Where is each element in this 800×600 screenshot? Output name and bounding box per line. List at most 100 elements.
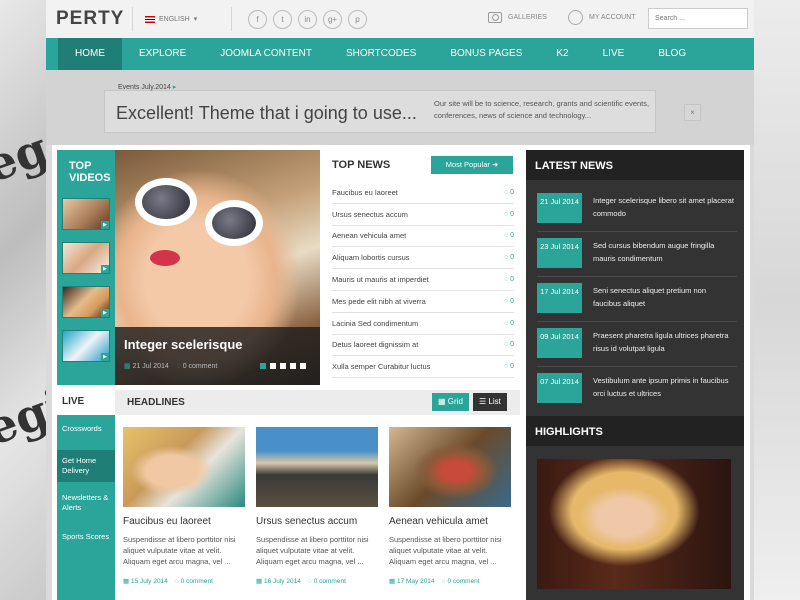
date-badge: 17 Jul 2014 [537, 283, 582, 313]
top-news-list: Faucibus eu laoreet ◌ 0 Ursus senectus ac… [332, 182, 514, 379]
nav-home[interactable]: HOME [58, 38, 122, 70]
live-item-sports-scores[interactable]: Sports Scores [57, 532, 115, 542]
list-item[interactable]: 17 Jul 2014 Seni senectus aliquet pretiu… [537, 278, 737, 322]
news-link[interactable]: Praesent pharetra ligula ultrices pharet… [593, 329, 735, 355]
article-card[interactable]: Ursus senectus accum Suspendisse at libe… [256, 427, 378, 585]
slider-dot[interactable] [270, 363, 276, 369]
play-icon: ▶ [101, 309, 109, 317]
galleries-link[interactable]: GALLERIES [488, 12, 547, 23]
comment-count: ◌ 0 [503, 188, 514, 196]
comment-icon: ◌ [176, 363, 181, 370]
twitter-icon[interactable]: t [273, 9, 292, 29]
slider-dot[interactable] [290, 363, 296, 369]
camera-icon [488, 12, 502, 23]
list-item[interactable]: Aenean vehicula amet ◌ 0 [332, 226, 514, 248]
list-item[interactable]: Aliquam lobortis cursus ◌ 0 [332, 247, 514, 270]
linkedin-icon[interactable]: in [298, 9, 317, 29]
comment-count: ◌ 0 [503, 341, 514, 349]
comment-count: ◌ 0 [503, 319, 514, 327]
logo[interactable]: PERTY [56, 8, 124, 30]
headlines-section: HEADLINES ▦ Grid ☰ List Faucibus eu laor… [115, 390, 520, 600]
news-link[interactable]: Seni senectus aliquet pretium non faucib… [593, 284, 735, 310]
search-input[interactable] [648, 8, 748, 29]
list-item[interactable]: Xulla semper Curabitur luctus ◌ 0 [332, 356, 514, 379]
slider-dot[interactable] [280, 363, 286, 369]
latest-news-panel: LATEST NEWS 21 Jul 2014 Integer sceleris… [526, 150, 744, 416]
list-view-button[interactable]: ☰ List [473, 393, 507, 411]
top-videos-panel: TOP VIDEOS ▶ ▶ ▶ ▶ [57, 150, 115, 385]
list-item[interactable]: 21 Jul 2014 Integer scelerisque libero s… [537, 188, 737, 232]
list-item[interactable]: Detus laoreet dignissim at ◌ 0 [332, 335, 514, 357]
nav-k2[interactable]: K2 [539, 38, 585, 70]
nav-bonus-pages[interactable]: BONUS PAGES [433, 38, 539, 70]
highlights-panel: HIGHLIGHTS [526, 416, 744, 600]
galleries-label: GALLERIES [508, 14, 547, 21]
banner-headline[interactable]: Excellent! Theme that i going to use... [116, 103, 417, 124]
article-title[interactable]: Faucibus eu laoreet [123, 516, 245, 527]
slider-dots [260, 363, 306, 369]
slider-dot[interactable] [300, 363, 306, 369]
hero-slider[interactable]: Integer scelerisque ▦ 21 Jul 2014 ◌ 0 co… [115, 150, 320, 385]
top-videos-title: TOP VIDEOS [69, 160, 111, 184]
content-area: TOP VIDEOS ▶ ▶ ▶ ▶ Integer scelerisque ▦… [52, 145, 750, 600]
video-thumbnail[interactable]: ▶ [62, 286, 110, 318]
language-selector[interactable]: ENGLISH ▾ [145, 15, 223, 23]
chevron-down-icon: ▾ [193, 16, 198, 23]
background-right [754, 0, 800, 600]
my-account-link[interactable]: MY ACCOUNT [568, 10, 636, 25]
nav-live[interactable]: LIVE [586, 38, 642, 70]
comment-count: ◌ 0 [503, 297, 514, 305]
play-icon: ▶ [101, 265, 109, 273]
article-image[interactable] [256, 427, 378, 507]
article-image[interactable] [123, 427, 245, 507]
highlight-image[interactable] [537, 459, 731, 589]
video-thumbnail[interactable]: ▶ [62, 198, 110, 230]
article-card[interactable]: Aenean vehicula amet Suspendisse at libe… [389, 427, 511, 585]
list-item[interactable]: 07 Jul 2014 Vestibulum ante ipsum primis… [537, 368, 737, 412]
list-item[interactable]: Ursus senectus accum ◌ 0 [332, 204, 514, 226]
social-links: f t in g+ p [248, 9, 367, 29]
nav-blog[interactable]: BLOG [641, 38, 703, 70]
article-title[interactable]: Ursus senectus accum [256, 516, 378, 527]
banner-description: Our site will be to science, research, g… [434, 99, 650, 120]
hero-image [205, 200, 263, 246]
slider-dot[interactable] [260, 363, 266, 369]
live-item-newsletters[interactable]: Newsletters & Alerts [57, 493, 115, 513]
video-thumbnail[interactable]: ▶ [62, 242, 110, 274]
article-excerpt: Suspendisse at libero porttitor nisi ali… [389, 535, 502, 566]
article-title[interactable]: Aenean vehicula amet [389, 516, 511, 527]
most-popular-button[interactable]: Most Popular ➜ [431, 156, 513, 174]
google-plus-icon[interactable]: g+ [323, 9, 342, 29]
event-banner: Events July.2014 ▸ Excellent! Theme that… [46, 70, 754, 145]
list-item[interactable]: Mes pede elit nibh at viverra ◌ 0 [332, 291, 514, 313]
list-item[interactable]: 23 Jul 2014 Sed cursus bibendum augue fr… [537, 233, 737, 277]
nav-joomla-content[interactable]: JOOMLA CONTENT [203, 38, 329, 70]
hero-title[interactable]: Integer scelerisque [124, 337, 243, 352]
live-panel: LIVE Crosswords Get Home Delivery Newsle… [57, 390, 115, 600]
live-item-crosswords[interactable]: Crosswords [57, 424, 115, 434]
headlines-bar: HEADLINES ▦ Grid ☰ List [115, 390, 520, 415]
live-title: LIVE [57, 390, 115, 415]
nav-shortcodes[interactable]: SHORTCODES [329, 38, 433, 70]
list-item[interactable]: Lacinia Sed condimentum ◌ 0 [332, 313, 514, 335]
arrow-right-icon: ➜ [491, 160, 499, 169]
list-item[interactable]: Mauris ut mauris at imperdiet ◌ 0 [332, 269, 514, 291]
grid-view-button[interactable]: ▦ Grid [432, 393, 469, 411]
close-icon[interactable]: × [684, 104, 701, 121]
video-thumbnail[interactable]: ▶ [62, 330, 110, 362]
banner-label: Events July.2014 ▸ [118, 84, 177, 91]
headlines-title: HEADLINES [127, 397, 185, 408]
nav-explore[interactable]: EXPLORE [122, 38, 203, 70]
list-item[interactable]: 09 Jul 2014 Praesent pharetra ligula ult… [537, 323, 737, 367]
facebook-icon[interactable]: f [248, 9, 267, 29]
article-card[interactable]: Faucibus eu laoreet Suspendisse at liber… [123, 427, 245, 585]
article-image[interactable] [389, 427, 511, 507]
article-meta: ▦ 17 May 2014 ◌ 0 comment [389, 578, 480, 585]
list-item[interactable]: Faucibus eu laoreet ◌ 0 [332, 182, 514, 204]
news-link[interactable]: Sed cursus bibendum augue fringilla maur… [593, 239, 735, 265]
news-link[interactable]: Vestibulum ante ipsum primis in faucibus… [593, 374, 735, 400]
live-item-home-delivery[interactable]: Get Home Delivery [57, 450, 115, 482]
news-link[interactable]: Integer scelerisque libero sit amet plac… [593, 194, 735, 220]
pinterest-icon[interactable]: p [348, 9, 367, 29]
comment-count: ◌ 0 [503, 276, 514, 284]
